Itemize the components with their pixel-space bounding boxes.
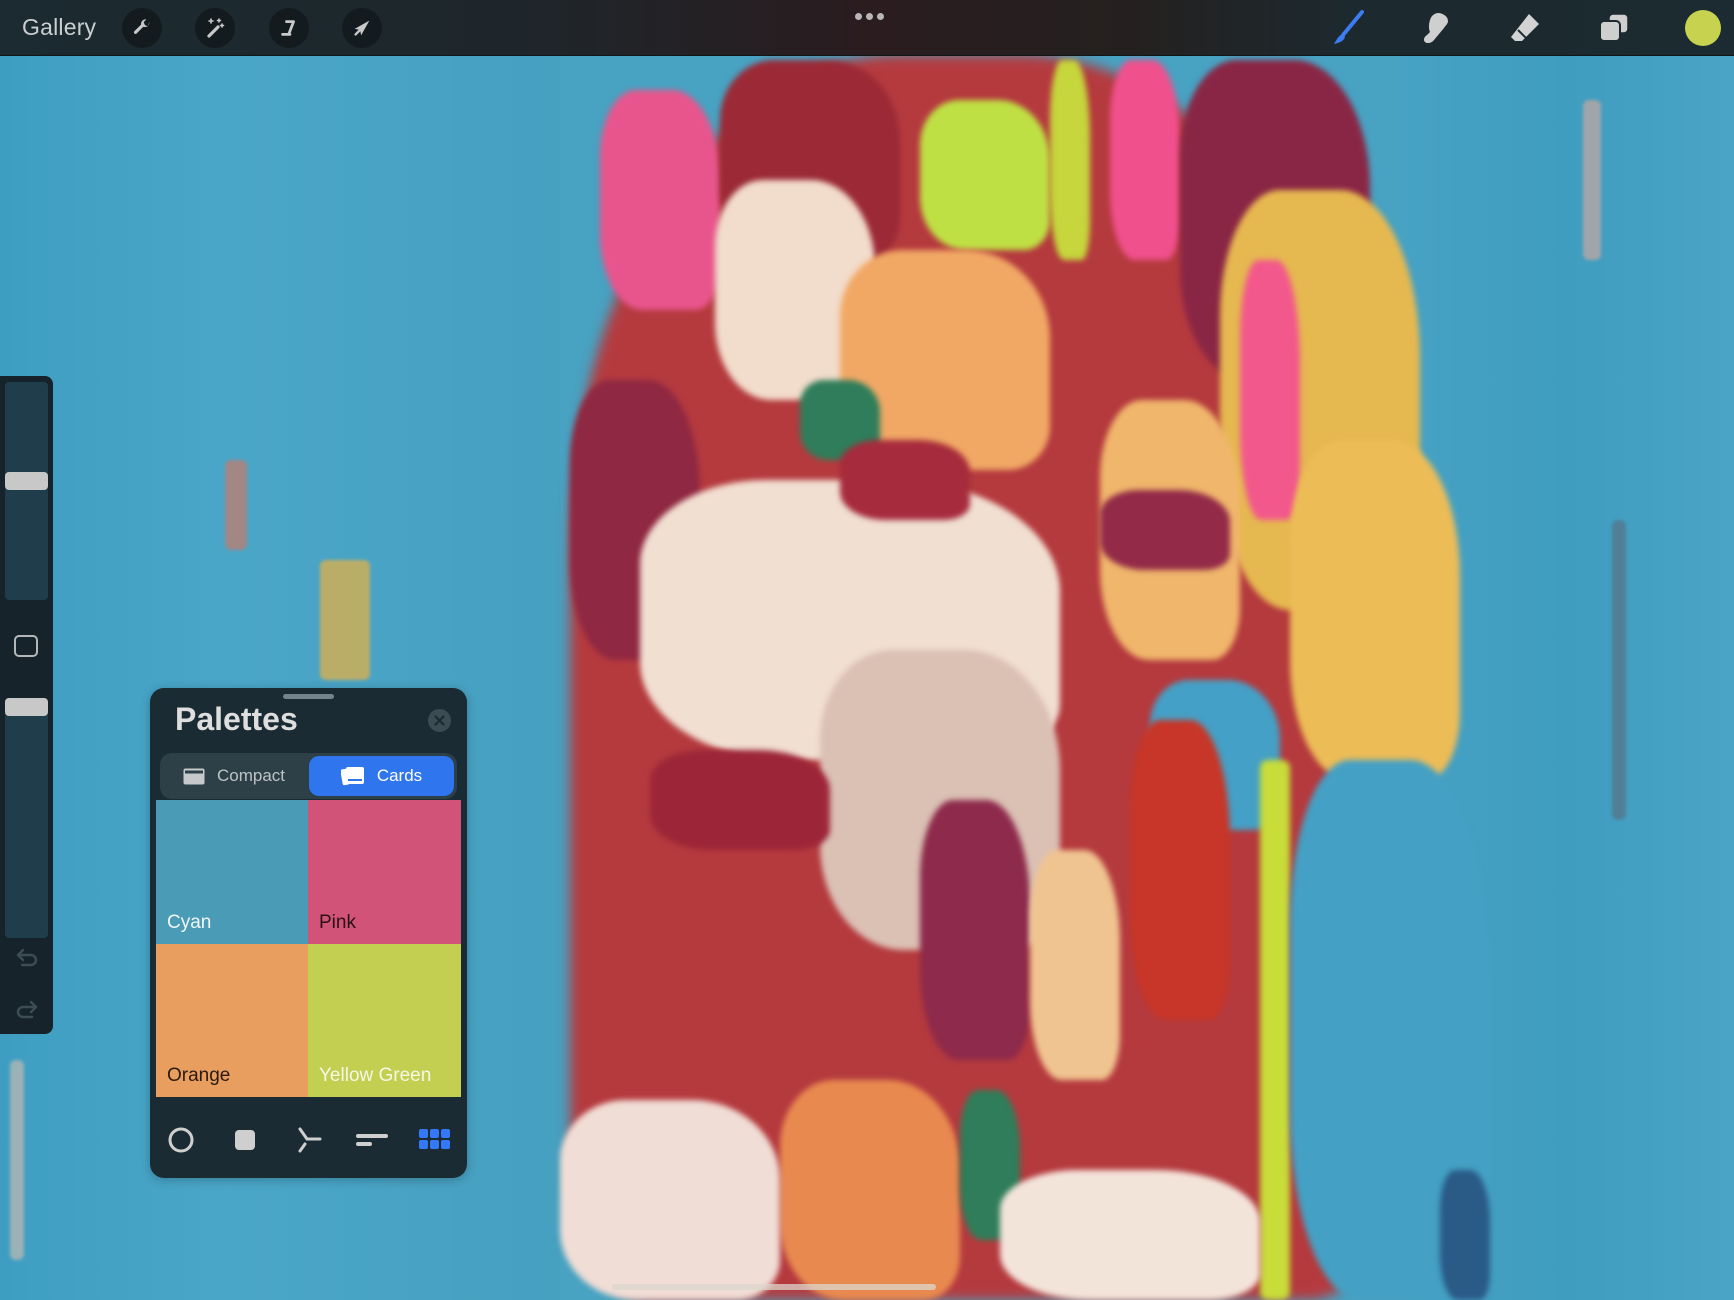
paint-stroke [1612,520,1626,820]
magic-wand-icon [207,18,225,38]
adjustments-button[interactable] [195,8,235,48]
paint-stroke [1030,850,1120,1080]
paint-stroke [920,800,1030,1060]
palettes-grid-icon [419,1129,450,1149]
smudge-tool-button[interactable] [1414,6,1458,50]
more-horizontal-icon[interactable] [852,9,886,23]
tab-classic[interactable] [229,1124,261,1156]
square-classic-icon [235,1130,255,1150]
layers-icon [1599,13,1629,42]
palette-cards-grid: Cyan Pink Orange Yellow Green [156,800,461,1097]
paint-stroke [650,750,830,850]
wrench-icon [133,19,150,34]
swatch-label: Orange [167,1065,231,1086]
undo-icon [16,948,38,967]
compact-view-button[interactable]: Compact [162,756,306,796]
brush-icon [1334,10,1364,44]
selection-s-icon [281,20,295,36]
brush-size-slider-thumb[interactable] [5,472,48,490]
cards-view-label: Cards [376,766,423,785]
top-toolbar: Gallery [0,0,1734,56]
redo-icon [16,1000,38,1019]
panel-drag-handle[interactable] [283,694,334,699]
paint-stroke [560,1100,780,1300]
smudge-finger-icon [1423,13,1448,44]
arrow-cursor-icon [354,20,370,36]
swatch-label: Yellow Green [319,1065,432,1086]
paint-stroke [920,100,1050,250]
paint-stroke [1050,60,1090,260]
brush-size-slider[interactable] [5,382,48,600]
compact-view-label: Compact [216,766,286,785]
actions-button[interactable] [122,8,162,48]
redo-button[interactable] [12,998,42,1022]
paint-stroke [1440,1170,1490,1300]
paint-stroke [10,1060,24,1260]
swatch-card-orange[interactable]: Orange [156,944,308,1097]
paint-stroke [1130,720,1230,1020]
selection-button[interactable] [269,8,309,48]
paint-stroke [1290,440,1460,780]
palettes-panel: Palettes Compact Cards Cyan Pink Orange … [150,688,467,1178]
circle-disc-icon [168,1127,194,1153]
paint-stroke [1260,760,1290,1300]
paint-stroke [1110,60,1180,260]
paint-stroke [1583,100,1601,260]
cards-view-button[interactable]: Cards [309,756,454,796]
paint-stroke [320,560,370,680]
compact-card-icon [183,768,205,784]
home-indicator [612,1284,936,1290]
opacity-slider-thumb[interactable] [5,698,48,716]
paint-stroke [840,440,970,520]
panel-title: Palettes [175,701,298,737]
swatch-card-cyan[interactable]: Cyan [156,800,308,944]
modify-button[interactable] [14,635,38,657]
paint-stroke [1000,1170,1260,1300]
eraser-icon [1511,14,1539,41]
swatch-card-yellow-green[interactable]: Yellow Green [308,944,461,1097]
left-sidebar [0,376,53,1034]
swatch-label: Pink [319,912,356,933]
view-mode-segmented-control: Compact Cards [160,753,457,799]
undo-button[interactable] [12,946,42,970]
swatch-label: Cyan [167,912,212,933]
paint-stroke [1100,490,1230,570]
tab-harmony[interactable] [293,1124,325,1156]
opacity-slider[interactable] [5,698,48,938]
paint-stroke [1240,260,1300,520]
brush-tool-button[interactable] [1326,6,1370,50]
paint-stroke [780,1080,960,1300]
layers-button[interactable] [1592,6,1636,50]
transform-button[interactable] [342,8,382,48]
harmony-icon [298,1127,322,1153]
tab-value[interactable] [356,1124,388,1156]
value-sliders-icon [356,1134,388,1146]
swatch-card-pink[interactable]: Pink [308,800,461,944]
tab-disc[interactable] [165,1124,197,1156]
current-color-button[interactable] [1685,10,1721,46]
color-mode-tabs [150,1114,467,1166]
paint-stroke [600,90,720,310]
paint-stroke [225,460,247,550]
close-button[interactable] [428,709,451,732]
tab-palettes[interactable] [419,1124,451,1156]
eraser-tool-button[interactable] [1503,6,1547,50]
gallery-button[interactable]: Gallery [22,14,96,41]
close-icon [434,715,445,726]
cards-stack-icon [340,767,364,786]
